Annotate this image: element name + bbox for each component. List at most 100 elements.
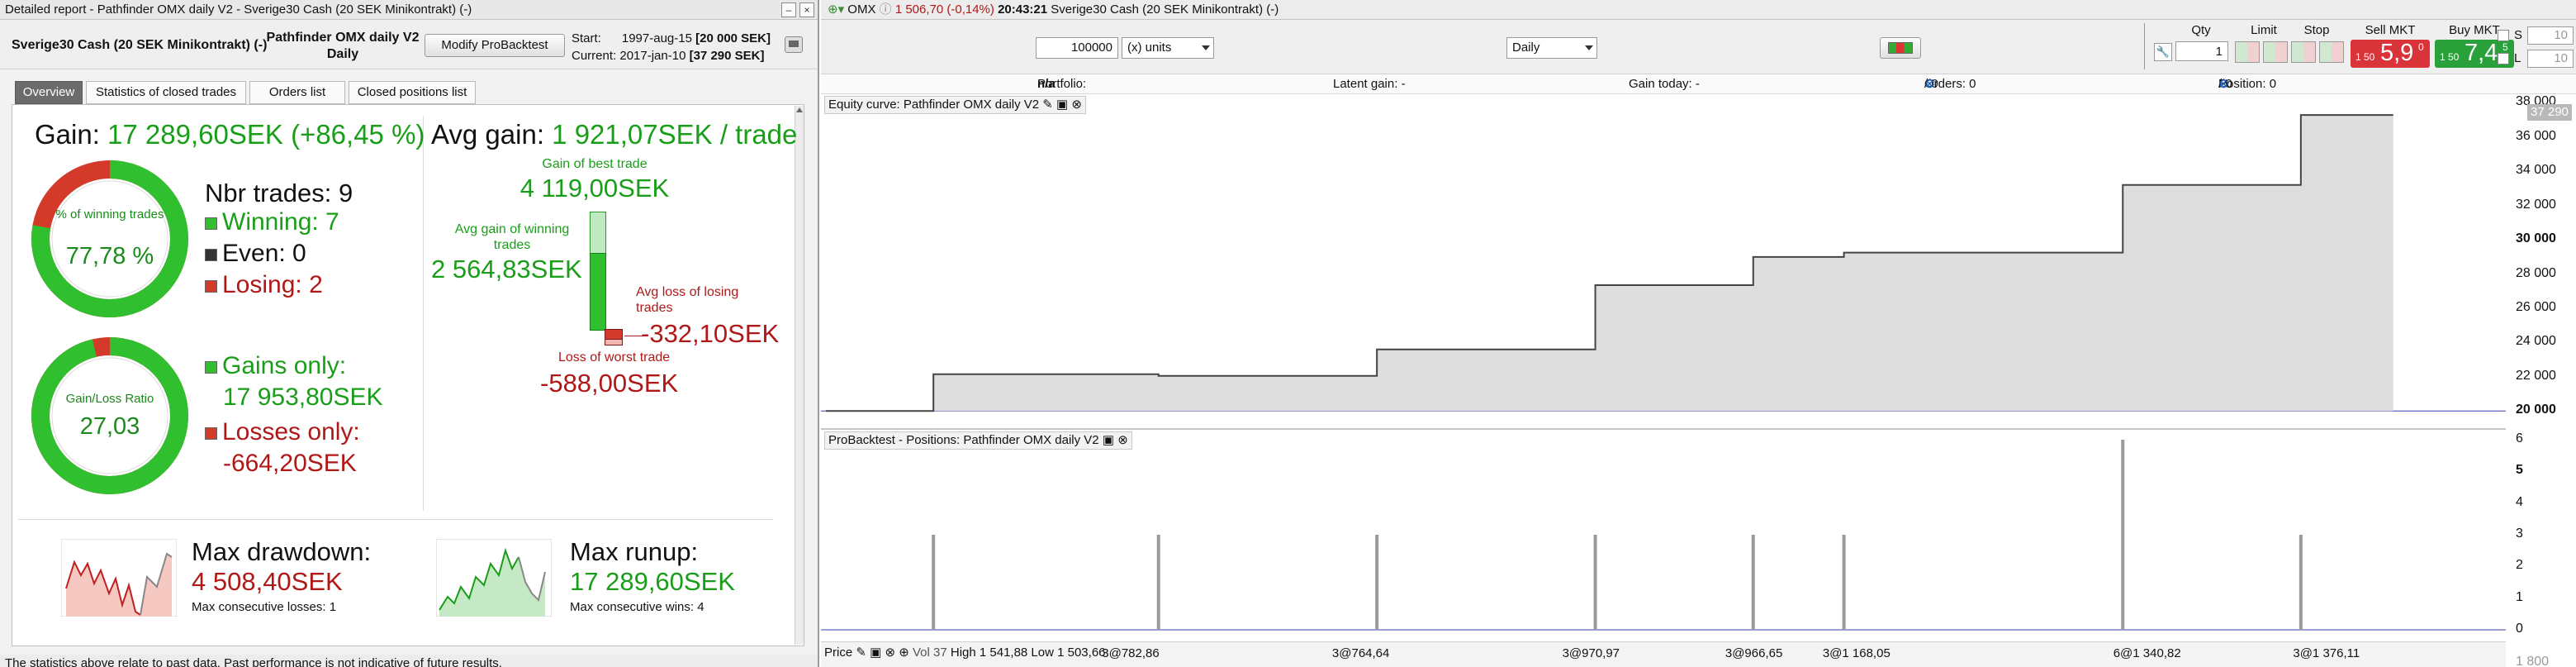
quantity-input[interactable]: 100000 xyxy=(1036,37,1118,59)
price-volume: Vol 37 xyxy=(912,646,947,660)
worst-loss-bar xyxy=(605,339,623,345)
avg-gain-label: Avg gain: xyxy=(431,119,544,150)
units-select[interactable]: (x) units xyxy=(1122,37,1214,59)
positions-chart[interactable] xyxy=(821,430,2516,641)
price-high-low: High 1 541,88 Low 1 503,66 xyxy=(950,646,1106,660)
equity-curve-chart[interactable] xyxy=(821,94,2516,428)
avg-win-value: 2 564,83SEK xyxy=(431,255,582,283)
gain-today: Gain today: - xyxy=(1629,77,1700,91)
minimize-icon[interactable]: – xyxy=(781,2,796,17)
zoom-icon[interactable]: ⊕ xyxy=(899,646,909,660)
gain-percent: (+86,45 %) xyxy=(291,119,425,150)
limit-checkbox[interactable] xyxy=(2498,53,2509,64)
close-icon[interactable]: ⊗ xyxy=(1117,433,1128,447)
info-icon[interactable]: ⓘ xyxy=(880,2,892,17)
limit-distance-input[interactable]: 10 xyxy=(2527,50,2574,68)
order-qty-input[interactable]: 1 xyxy=(2175,41,2228,61)
equity-chart-label[interactable]: Equity curve: Pathfinder OMX daily V2 ✎ … xyxy=(824,96,1086,114)
trade-marker[interactable]: 3@1 376,11 xyxy=(2293,646,2360,660)
window-icon[interactable]: ▣ xyxy=(870,646,881,660)
wrench-icon[interactable]: ✎ xyxy=(856,646,866,660)
equity-y-tick: 22 000 xyxy=(2516,368,2556,383)
trade-marker[interactable]: 3@764,64 xyxy=(1332,646,1389,660)
wrench-icon[interactable]: ✎ xyxy=(1042,98,1053,112)
qty-header: Qty xyxy=(2191,23,2211,37)
equity-y-tick: 24 000 xyxy=(2516,334,2556,349)
current-capital: [37 290 SEK] xyxy=(689,49,765,63)
modify-probacktest-button[interactable]: Modify ProBacktest xyxy=(425,34,565,57)
orders-settings-icon[interactable]: ⚙ xyxy=(1924,74,1935,94)
worst-trade-value: -588,00SEK xyxy=(540,369,679,398)
equity-chart-title: Equity curve: Pathfinder OMX daily V2 xyxy=(828,98,1040,112)
vertical-scrollbar[interactable] xyxy=(795,106,804,645)
stop-distance-input[interactable]: 10 xyxy=(2527,26,2574,45)
avg-win-bar xyxy=(590,253,606,331)
position-settings-icon[interactable]: ⚙ xyxy=(2218,74,2229,94)
chart-type-button[interactable] xyxy=(1880,37,1921,59)
max-drawdown-label: Max drawdown: xyxy=(192,537,372,566)
limit-sell-button[interactable] xyxy=(2263,41,2288,63)
best-trade-value: 4 119,00SEK xyxy=(519,174,670,202)
date-range: Start: 1997-aug-15 [20 000 SEK] Current:… xyxy=(572,30,771,64)
limit-buy-button[interactable] xyxy=(2235,41,2260,63)
window-icon[interactable]: ▣ xyxy=(1103,433,1114,447)
losses-only-value: -664,20SEK xyxy=(223,450,357,477)
equity-y-tick: 34 000 xyxy=(2516,163,2556,178)
position-bar xyxy=(1593,535,1597,630)
trade-marker[interactable]: 3@782,86 xyxy=(1102,646,1159,660)
sell-price-big: 5,9 xyxy=(2380,40,2414,66)
equity-last-value: 37 290 xyxy=(2527,104,2572,121)
chart-type-icon xyxy=(1888,42,1913,54)
sell-market-button[interactable]: 1 50 5,9 0 xyxy=(2351,40,2430,68)
omx-price-change: 1 506,70 (-0,14%) xyxy=(894,2,994,17)
chevron-down-icon xyxy=(1202,45,1210,50)
wrench-icon[interactable]: 🔧 xyxy=(2154,43,2172,61)
positions-y-tick: 1 xyxy=(2516,589,2523,604)
divider xyxy=(2144,23,2151,69)
trade-marker[interactable]: 6@1 340,82 xyxy=(2113,646,2181,660)
stop-checkbox[interactable] xyxy=(2498,30,2509,41)
stop-sell-button[interactable] xyxy=(2319,41,2344,63)
tab-statistics-closed-trades[interactable]: Statistics of closed trades xyxy=(86,81,246,104)
positions-chart-label[interactable]: ProBacktest - Positions: Pathfinder OMX … xyxy=(824,431,1132,450)
price-pane-label[interactable]: Price ✎ ▣ ⊗ ⊕ Vol 37 High 1 541,88 Low 1… xyxy=(824,645,1106,660)
positions-y-tick: 2 xyxy=(2516,558,2523,573)
tab-orders-list[interactable]: Orders list xyxy=(249,81,345,104)
avg-gain-value: 1 921,07SEK / trade xyxy=(552,119,798,150)
trade-marker[interactable]: 3@1 168,05 xyxy=(1823,646,1890,660)
start-date: 1997-aug-15 xyxy=(621,31,692,45)
gains-losses-only: Gains only: 17 953,80SEK Losses only: -6… xyxy=(205,350,383,479)
order-toolbar: 100000 (x) units Daily 🔧 Qty 1 Limit Sto… xyxy=(821,20,2576,74)
close-icon[interactable]: ⊗ xyxy=(885,646,895,660)
gain-summary: Gain: 17 289,60SEK (+86,45 %) xyxy=(35,119,425,150)
gain-label: Gain: xyxy=(35,119,100,150)
position-bar xyxy=(1156,535,1160,630)
portfolio-info-bar: Portfolio: n/a Latent gain: - Gain today… xyxy=(821,74,2576,94)
timeframe-select[interactable]: Daily xyxy=(1506,37,1597,59)
close-icon[interactable]: ⊗ xyxy=(1071,98,1082,112)
max-consecutive-losses: Max consecutive losses: 1 xyxy=(192,600,337,614)
tab-closed-positions-list[interactable]: Closed positions list xyxy=(349,81,476,104)
limit-header: Limit xyxy=(2251,23,2277,37)
omx-ticker: OMX xyxy=(847,2,876,17)
positions-y-tick: 6 xyxy=(2516,431,2523,445)
print-icon[interactable] xyxy=(785,36,803,53)
max-runup-value: 17 289,60SEK xyxy=(570,567,735,596)
tab-overview[interactable]: Overview xyxy=(15,81,83,104)
detailed-report-window: Detailed report - Pathfinder OMX daily V… xyxy=(0,0,819,667)
position-bar xyxy=(1842,535,1846,630)
losses-only-label: Losses only: xyxy=(222,418,360,445)
even-swatch xyxy=(205,248,217,261)
link-icon[interactable]: ⊕▾ xyxy=(828,2,844,17)
trade-marker[interactable]: 3@966,65 xyxy=(1725,646,1782,660)
omx-time: 20:43:21 xyxy=(998,2,1048,17)
avg-loss-label: Avg loss of losing trades xyxy=(636,285,739,315)
close-icon[interactable]: × xyxy=(799,2,814,17)
winning-swatch xyxy=(205,217,217,230)
avg-win-label: Avg gain of winning trades xyxy=(454,222,570,252)
stop-buy-button[interactable] xyxy=(2291,41,2316,63)
strategy-name: Pathfinder OMX daily V2 Daily xyxy=(266,30,420,63)
trade-marker[interactable]: 3@970,97 xyxy=(1563,646,1620,660)
scroll-up-icon[interactable] xyxy=(796,107,803,112)
window-icon[interactable]: ▣ xyxy=(1056,98,1068,112)
